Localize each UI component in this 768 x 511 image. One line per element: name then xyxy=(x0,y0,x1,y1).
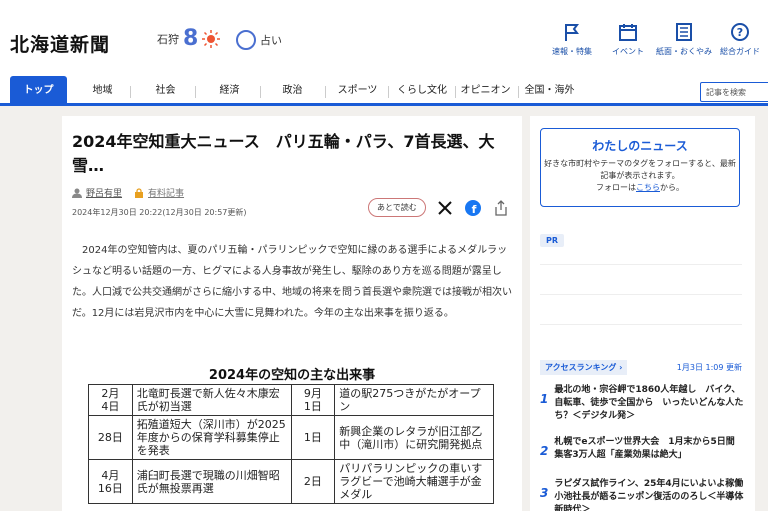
paid-label: 有料記事 xyxy=(148,189,185,199)
ranking-header: アクセスランキング › 1月3日 1:09 更新 xyxy=(540,360,742,375)
header-link-label: イベント xyxy=(612,47,644,56)
x-share-icon[interactable] xyxy=(436,199,454,217)
pr-label: PR xyxy=(540,234,565,247)
author-link[interactable]: 野呂有里 xyxy=(72,186,122,199)
nav-tab-opinion[interactable]: オピニオン xyxy=(458,80,513,104)
share-icon[interactable] xyxy=(492,199,510,217)
nav-tab-society[interactable]: 社会 xyxy=(138,80,193,104)
nav-tab-life[interactable]: くらし文化 xyxy=(392,80,452,104)
question-icon: ? xyxy=(731,23,749,41)
weather-region: 石狩 xyxy=(157,33,179,46)
event-date: 9月 1日 xyxy=(290,384,336,416)
weather-widget[interactable]: 石狩 8 xyxy=(157,26,221,51)
ranking-item[interactable]: 2 札幌でeスポーツ世界大会 1月末から5日間 集客3万人超「産業効果は絶大」 xyxy=(540,436,745,462)
my-news-follow: フォローはこちらから。 xyxy=(596,183,684,192)
events-table-title: 2024年の空知の主な出来事 xyxy=(208,368,376,383)
paid-badge[interactable]: 有料記事 xyxy=(134,186,184,199)
events-table: 2月 4日 北竜町長選で新人佐々木康宏氏が初当選 9月 1日 道の駅275つきがたがオ… xyxy=(88,384,494,504)
header-link-paper[interactable]: 紙面・おくやみ xyxy=(656,22,712,57)
author-name: 野呂有里 xyxy=(86,189,123,199)
ranking-time: 1月3日 1:09 更新 xyxy=(676,363,742,372)
event-date: 28日 xyxy=(88,415,133,460)
main-nav: トップ 地域 社会 経済 政治 スポーツ くらし文化 オピニオン 全国・海外 記… xyxy=(0,76,768,106)
article-title: 2024年空知重大ニュース パリ五輪・パラ、7首長選、大雪… xyxy=(72,132,495,175)
article: 2024年空知重大ニュース パリ五輪・パラ、7首長選、大雪… 野呂有里 有料記事… xyxy=(62,116,522,511)
nav-divider xyxy=(130,86,131,98)
ranking-label[interactable]: アクセスランキング › xyxy=(540,360,628,375)
nav-tab-national[interactable]: 全国・海外 xyxy=(522,80,577,104)
svg-text:f: f xyxy=(471,203,476,216)
site-header: 北海道新聞 石狩 8 占い 速報・特集 イベント 紙面・おくやみ ? 総合ガイド xyxy=(0,0,768,80)
nav-divider xyxy=(195,86,196,98)
lock-icon xyxy=(135,187,144,198)
event-text: 新興企業のレタラが旧江部乙中（滝川市）に研究開発拠点 xyxy=(334,415,494,460)
event-text: 拓殖道短大（深川市）が2025年度からの保育学科募集停止を発表 xyxy=(131,415,292,460)
table-row: 28日 拓殖道短大（深川市）が2025年度からの保育学科募集停止を発表 1日 新興企業… xyxy=(88,415,494,460)
search-input[interactable]: 記事を検索 xyxy=(700,82,768,102)
header-links: 速報・特集 イベント 紙面・おくやみ ? 総合ガイド xyxy=(544,22,768,57)
event-date: 2月 4日 xyxy=(88,384,133,416)
nav-divider xyxy=(518,86,519,98)
nav-tab-politics[interactable]: 政治 xyxy=(265,80,320,104)
weather-temp: 8 xyxy=(183,26,199,51)
nav-tab-top[interactable]: トップ xyxy=(10,76,67,104)
svg-text:?: ? xyxy=(737,26,743,39)
event-date: 4月 16日 xyxy=(88,459,133,504)
header-link-breaking[interactable]: 速報・特集 xyxy=(544,22,600,57)
event-text: パリパラリンピックの車いすラグビーで池崎大輔選手が金メダル xyxy=(334,459,494,504)
my-news-text: 好きな市町村やテーマのタグをフォローすると、最新記事が表示されます。 xyxy=(544,159,736,180)
nav-divider xyxy=(325,86,326,98)
table-row: 2月 4日 北竜町長選で新人佐々木康宏氏が初当選 9月 1日 道の駅275つきがたがオ… xyxy=(88,384,494,416)
site-logo[interactable]: 北海道新聞 xyxy=(10,30,110,57)
divider xyxy=(540,264,742,265)
main-area: 2024年空知重大ニュース パリ五輪・パラ、7首長選、大雪… 野呂有里 有料記事… xyxy=(0,106,768,511)
sidebar: わたしのニュース 好きな市町村やテーマのタグをフォローすると、最新記事が表示され… xyxy=(530,116,755,511)
article-byline: 野呂有里 有料記事 xyxy=(72,186,184,199)
sun-icon xyxy=(202,30,221,48)
event-text: 浦臼町長選で現職の川畑智昭氏が無投票再選 xyxy=(131,459,292,504)
facebook-share-icon[interactable]: f xyxy=(464,199,482,217)
nav-tab-region[interactable]: 地域 xyxy=(75,80,130,104)
person-icon xyxy=(72,188,82,198)
newspaper-icon xyxy=(676,23,692,41)
nav-divider xyxy=(388,86,389,98)
calendar-icon xyxy=(619,24,637,41)
article-date: 2024年12月30日 20:22(12月30日 20:57更新) xyxy=(72,208,247,217)
globe-icon xyxy=(236,30,256,50)
article-actions: あとで読む f xyxy=(368,198,510,217)
header-link-events[interactable]: イベント xyxy=(600,22,656,57)
header-link-label: 総合ガイド xyxy=(720,47,760,56)
ranking-item[interactable]: 3 ラピダス試作ライン、25年4月にいよいよ稼働 小池社長が語るニッポン復活ののろ… xyxy=(540,478,752,511)
my-news-title: わたしのニュース xyxy=(592,139,688,153)
nav-tab-sports[interactable]: スポーツ xyxy=(330,80,385,104)
fortune-label: 占い xyxy=(260,34,282,47)
divider xyxy=(540,294,742,295)
read-later-button[interactable]: あとで読む xyxy=(368,198,426,217)
header-link-guide[interactable]: ? 総合ガイド xyxy=(712,22,768,57)
nav-divider xyxy=(455,86,456,98)
event-date: 2日 xyxy=(290,459,336,504)
nav-tab-economy[interactable]: 経済 xyxy=(202,80,257,104)
fortune-link[interactable]: 占い xyxy=(236,30,282,50)
event-date: 1日 xyxy=(290,415,336,460)
event-text: 道の駅275つきがたがオープン xyxy=(334,384,494,416)
my-news-follow-link[interactable]: こちら xyxy=(636,183,660,192)
divider xyxy=(540,324,742,325)
ranking-item[interactable]: 1 最北の地・宗谷岬で1860人年越し バイク、自転車、徒歩で全国から いったいど… xyxy=(540,384,745,423)
header-link-label: 紙面・おくやみ xyxy=(656,47,712,56)
event-text: 北竜町長選で新人佐々木康宏氏が初当選 xyxy=(131,384,292,416)
header-link-label: 速報・特集 xyxy=(552,47,592,56)
read-later-label: あとで読む xyxy=(377,203,417,212)
table-row: 4月 16日 浦臼町長選で現職の川畑智昭氏が無投票再選 2日 パリパラリンピックの車い… xyxy=(88,459,494,504)
my-news-box: わたしのニュース 好きな市町村やテーマのタグをフォローすると、最新記事が表示され… xyxy=(540,128,740,207)
flag-icon xyxy=(565,24,579,41)
article-body: 2024年の空知管内は、夏のパリ五輪・パラリンピックで空知に縁のある選手によるメ… xyxy=(72,245,512,319)
nav-divider xyxy=(260,86,261,98)
